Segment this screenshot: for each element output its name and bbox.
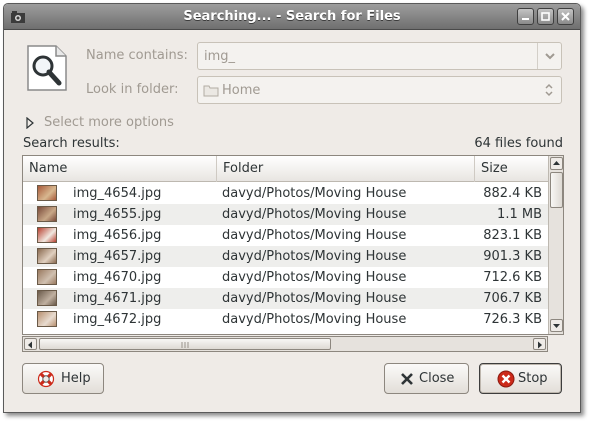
table-row[interactable]: img_4655.jpg davyd/Photos/Moving House 1.1… <box>23 204 549 225</box>
name-contains-combo[interactable]: img_ <box>197 42 562 70</box>
size-cell: 726.3 KB <box>483 312 542 327</box>
size-cell: 706.7 KB <box>483 291 542 306</box>
files-found-count: 64 files found <box>474 136 563 151</box>
size-cell: 712.6 KB <box>483 270 542 285</box>
vertical-scrollbar[interactable] <box>548 156 563 334</box>
window-title: Searching... - Search for Files <box>183 9 401 24</box>
more-options-label[interactable]: Select more options <box>44 115 174 130</box>
maximize-icon <box>541 12 550 21</box>
title-bar[interactable]: Searching... - Search for Files <box>4 4 580 30</box>
file-name-cell: img_4657.jpg <box>73 249 162 264</box>
table-row[interactable]: img_4656.jpg davyd/Photos/Moving House 823… <box>23 225 549 246</box>
scroll-up-button[interactable] <box>550 157 563 170</box>
image-thumbnail-icon <box>37 227 57 243</box>
look-in-folder-label: Look in folder: <box>86 82 179 97</box>
folder-cell: davyd/Photos/Moving House <box>222 207 407 222</box>
image-thumbnail-icon <box>37 311 57 327</box>
name-contains-label: Name contains: <box>86 48 188 63</box>
triangle-right-icon[interactable] <box>26 116 34 133</box>
file-name-cell: img_4670.jpg <box>73 270 162 285</box>
stop-button[interactable]: Stop <box>479 363 562 394</box>
scroll-left-button[interactable] <box>24 338 37 350</box>
lifebuoy-icon <box>37 370 55 392</box>
folder-cell: davyd/Photos/Moving House <box>222 186 407 201</box>
horizontal-scroll-thumb[interactable] <box>39 338 331 350</box>
file-name-cell: img_4655.jpg <box>73 207 162 222</box>
look-in-folder-combo[interactable]: Home <box>197 76 562 104</box>
folder-cell: davyd/Photos/Moving House <box>222 249 407 264</box>
close-window-button[interactable] <box>557 8 574 25</box>
table-row[interactable]: img_4671.jpg davyd/Photos/Moving House 706… <box>23 288 549 309</box>
table-row[interactable]: img_4672.jpg davyd/Photos/Moving House 726… <box>23 309 549 330</box>
results-list[interactable]: Name Folder Size img_4654.jpg davyd/Photo… <box>22 155 564 335</box>
search-for-files-window: Searching... - Search for Files Name con… <box>3 3 581 413</box>
close-button-label: Close <box>419 371 455 386</box>
arrow-right-icon <box>538 341 542 349</box>
stop-button-label: Stop <box>518 371 548 386</box>
size-cell: 882.4 KB <box>483 186 542 201</box>
image-thumbnail-icon <box>37 185 57 201</box>
close-button[interactable]: Close <box>384 363 469 394</box>
file-name-cell: img_4656.jpg <box>73 228 162 243</box>
minimize-icon <box>522 18 529 20</box>
maximize-button[interactable] <box>537 8 554 25</box>
results-header: Name Folder Size <box>23 156 549 182</box>
folder-cell: davyd/Photos/Moving House <box>222 291 407 306</box>
size-cell: 901.3 KB <box>483 249 542 264</box>
folder-cell: davyd/Photos/Moving House <box>222 228 407 243</box>
image-thumbnail-icon <box>37 248 57 264</box>
size-cell: 1.1 MB <box>497 207 542 222</box>
help-button-label: Help <box>61 371 91 386</box>
file-name-cell: img_4654.jpg <box>73 186 162 201</box>
close-icon <box>561 12 570 21</box>
column-header-folder[interactable]: Folder <box>217 156 475 182</box>
arrow-up-icon <box>553 161 560 165</box>
folder-cell: davyd/Photos/Moving House <box>222 270 407 285</box>
table-row[interactable]: img_4670.jpg davyd/Photos/Moving House 712… <box>23 267 549 288</box>
grip-icon <box>181 342 189 348</box>
results-rows: img_4654.jpg davyd/Photos/Moving House 882… <box>23 183 549 330</box>
image-thumbnail-icon <box>37 290 57 306</box>
horizontal-scrollbar[interactable] <box>22 336 548 352</box>
vertical-scroll-thumb[interactable] <box>550 172 563 208</box>
look-in-folder-value: Home <box>222 83 261 98</box>
folder-icon <box>203 84 219 101</box>
table-row[interactable]: img_4657.jpg davyd/Photos/Moving House 901… <box>23 246 549 267</box>
file-name-cell: img_4671.jpg <box>73 291 162 306</box>
column-header-size[interactable]: Size <box>475 156 549 182</box>
image-thumbnail-icon <box>37 269 57 285</box>
updown-arrow-icon[interactable] <box>537 77 561 103</box>
size-cell: 823.1 KB <box>483 228 542 243</box>
arrow-down-icon <box>553 324 560 328</box>
folder-cell: davyd/Photos/Moving House <box>222 312 407 327</box>
file-name-cell: img_4672.jpg <box>73 312 162 327</box>
x-icon <box>401 373 413 389</box>
scroll-down-button[interactable] <box>550 319 563 332</box>
name-contains-value[interactable]: img_ <box>204 49 235 64</box>
stop-icon <box>497 370 515 392</box>
search-results-label: Search results: <box>23 136 120 151</box>
table-row[interactable]: img_4654.jpg davyd/Photos/Moving House 882… <box>23 183 549 204</box>
minimize-button[interactable] <box>517 8 534 25</box>
magnifier-document-icon <box>22 44 70 92</box>
image-thumbnail-icon <box>37 206 57 222</box>
chevron-down-icon[interactable] <box>537 43 561 69</box>
scroll-right-button[interactable] <box>533 338 546 350</box>
arrow-left-icon <box>28 341 32 349</box>
column-header-name[interactable]: Name <box>23 156 217 182</box>
help-button[interactable]: Help <box>22 363 104 394</box>
